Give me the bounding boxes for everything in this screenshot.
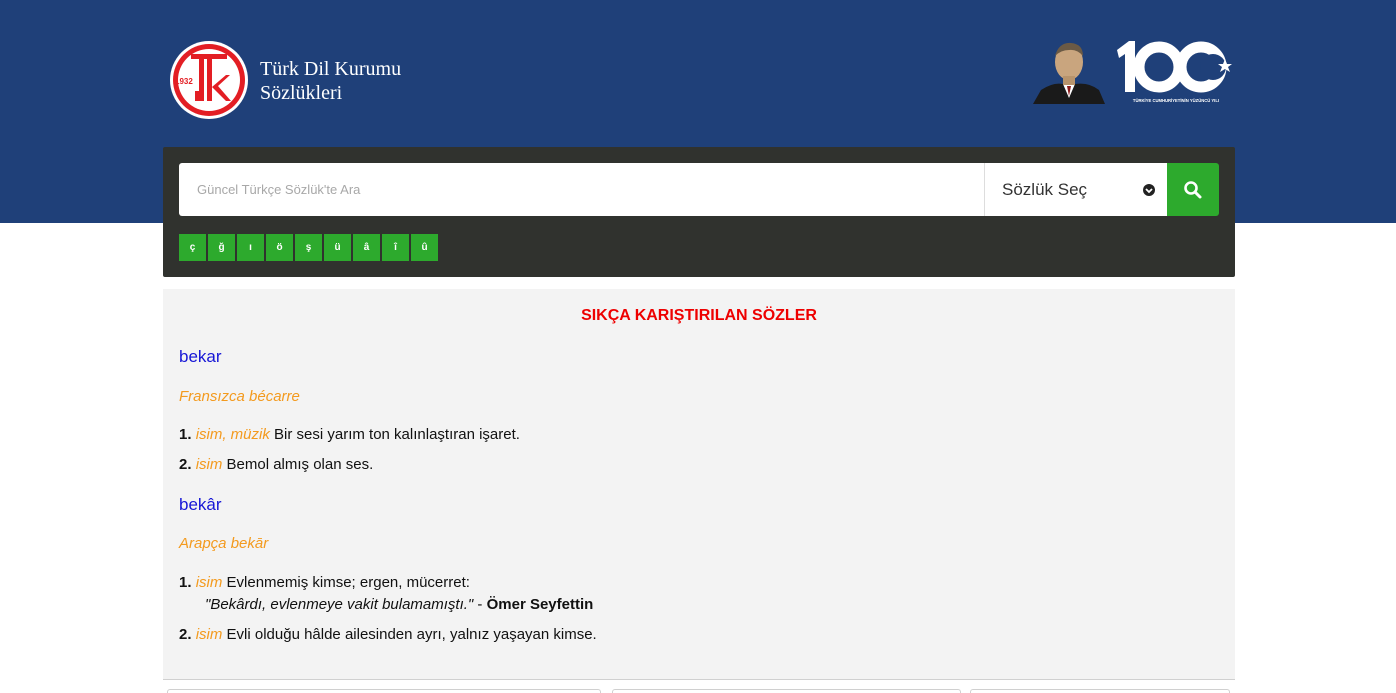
centennial-caption: TÜRKİYE CUMHURİYETİNİN YÜZÜNCÜ YILI xyxy=(1133,98,1219,103)
search-panel: Sözlük Seç ç ğ ı ö ş ü â î û xyxy=(163,147,1235,277)
section-title: SIKÇA KARIŞTIRILAN SÖZLER xyxy=(581,307,817,324)
char-button-o-umlaut[interactable]: ö xyxy=(266,234,293,261)
definition-number: 1. xyxy=(179,574,192,591)
definition-item: 2. isim Evli olduğu hâlde ailesinden ayr… xyxy=(179,626,597,643)
definition-text: Bemol almış olan ses. xyxy=(222,456,374,473)
dictionary-select[interactable]: Sözlük Seç xyxy=(984,163,1167,216)
char-button-u-umlaut[interactable]: ü xyxy=(324,234,351,261)
chevron-down-circle-icon xyxy=(1143,184,1155,196)
definition-category: isim, müzik xyxy=(195,426,270,443)
bottom-card xyxy=(970,689,1230,693)
char-button-a-circumflex[interactable]: â xyxy=(353,234,380,261)
definition-text: Bir sesi yarım ton kalınlaştıran işaret. xyxy=(269,426,520,443)
definition-category: isim xyxy=(195,456,223,473)
example-quote: "Bekârdı, evlenmeye vakit bulamamıştı." … xyxy=(205,596,593,613)
definition-item: 1. isim Evlenmemiş kimse; ergen, mücerre… xyxy=(179,574,470,591)
bottom-card-row xyxy=(0,689,1396,693)
ataturk-portrait xyxy=(1033,42,1105,104)
quote-separator: - xyxy=(473,596,487,613)
special-character-bar: ç ğ ı ö ş ü â î û xyxy=(179,234,438,261)
tdk-logo[interactable]: 1932 xyxy=(168,39,250,121)
char-button-g-breve[interactable]: ğ xyxy=(208,234,235,261)
definition-number: 1. xyxy=(179,426,192,443)
bottom-card xyxy=(167,689,601,693)
brand-line-1: Türk Dil Kurumu xyxy=(260,58,402,80)
definition-number: 2. xyxy=(179,626,192,643)
dictionary-select-label: Sözlük Seç xyxy=(1002,179,1088,199)
search-button[interactable] xyxy=(1167,163,1219,216)
centennial-100-logo: TÜRKİYE CUMHURİYETİNİN YÜZÜNCÜ YILI xyxy=(1117,41,1232,103)
definition-number: 2. xyxy=(179,456,192,473)
bottom-card xyxy=(612,689,961,693)
search-icon xyxy=(1184,180,1202,198)
definition-category: isim xyxy=(195,626,223,643)
entry-word[interactable]: bekâr xyxy=(179,495,222,515)
entry-word[interactable]: bekar xyxy=(179,347,222,367)
definition-item: 1. isim, müzik Bir sesi yarım ton kalınl… xyxy=(179,426,520,443)
brand-line-2: Sözlükleri xyxy=(260,82,343,104)
char-button-s-cedilla[interactable]: ş xyxy=(295,234,322,261)
logo-year: 1932 xyxy=(175,77,193,86)
brand-name[interactable]: Türk Dil Kurumu Sözlükleri xyxy=(260,57,401,105)
quote-author: Ömer Seyfettin xyxy=(486,596,594,613)
definition-category: isim xyxy=(195,574,223,591)
confused-words-panel: SIKÇA KARIŞTIRILAN SÖZLER bekar Fransızc… xyxy=(163,289,1235,680)
char-button-i-circumflex[interactable]: î xyxy=(382,234,409,261)
definition-text: Evli olduğu hâlde ailesinden ayrı, yalnı… xyxy=(222,626,597,643)
entry-origin: Fransızca bécarre xyxy=(179,388,300,405)
char-button-dotless-i[interactable]: ı xyxy=(237,234,264,261)
entry-origin: Arapça bekār xyxy=(179,535,269,552)
search-input[interactable] xyxy=(179,163,984,216)
definition-item: 2. isim Bemol almış olan ses. xyxy=(179,456,373,473)
quote-text: "Bekârdı, evlenmeye vakit bulamamıştı." xyxy=(205,596,474,613)
definition-text: Evlenmemiş kimse; ergen, mücerret: xyxy=(222,574,470,591)
char-button-u-circumflex[interactable]: û xyxy=(411,234,438,261)
char-button-c-cedilla[interactable]: ç xyxy=(179,234,206,261)
